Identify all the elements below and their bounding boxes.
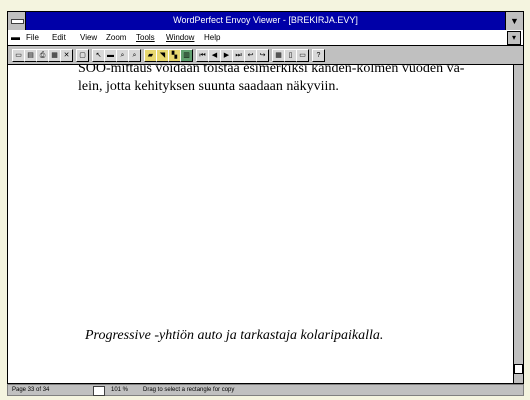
bookmark-icon: ▚ <box>171 52 178 59</box>
go-forward-icon: ↪ <box>259 52 266 59</box>
menu-edit[interactable]: Edit <box>52 30 66 45</box>
status-hint: Drag to select a rectangle for copy <box>143 387 235 393</box>
close-doc-icon: ✕ <box>63 52 70 59</box>
print-icon: ⎙ <box>39 52 46 59</box>
first-page-icon: ⏮ <box>199 52 206 59</box>
menu-view[interactable]: View <box>80 30 97 45</box>
go-back-icon: ↩ <box>247 52 254 59</box>
copy-button[interactable]: ▢ <box>76 49 89 62</box>
window-title: WordPerfect Envoy Viewer - [BREKIRJA.EVY… <box>173 15 358 25</box>
vertical-scrollbar[interactable] <box>513 65 523 383</box>
help-icon: ? <box>316 52 321 59</box>
document-restore-button[interactable]: ▾ <box>507 31 521 45</box>
menu-window[interactable]: Window <box>166 30 194 45</box>
fit-width-button[interactable]: ▭ <box>296 49 309 62</box>
vertical-scroll-thumb[interactable] <box>514 364 523 374</box>
menu-tools[interactable]: Tools <box>136 30 155 45</box>
fit-page-icon: ▯ <box>288 52 293 59</box>
highlight-icon: ▰ <box>147 52 154 59</box>
image-caption: Progressive -yhtiön auto ja tarkastaja k… <box>85 328 384 343</box>
fit-width-icon: ▭ <box>299 52 306 59</box>
menu-zoom[interactable]: Zoom <box>106 30 126 45</box>
document-view[interactable]: SOO-mittaus voidaan toistaa esimerkiksi … <box>8 65 513 383</box>
select-arrow-icon: ↖ <box>95 52 102 59</box>
system-menu-button[interactable] <box>8 12 26 30</box>
status-bar: Page 33 of 34 101 % Drag to select a rec… <box>7 384 524 396</box>
thumbnails-icon: ▦ <box>275 52 282 59</box>
hypertext-button[interactable]: ▥ <box>180 49 193 62</box>
menu-help[interactable]: Help <box>204 30 220 45</box>
help-button[interactable]: ? <box>312 49 325 62</box>
open-icon: ▭ <box>15 52 22 59</box>
document-text-line-1: SOO-mittaus voidaan toistaa esimerkiksi … <box>78 65 465 76</box>
previous-page-icon: ◀ <box>211 52 218 59</box>
zoom-in-icon: ⌕ <box>120 52 125 59</box>
page-indicator: Page 33 of 34 <box>12 387 50 393</box>
next-page-icon: ▶ <box>223 52 230 59</box>
document-system-menu-icon[interactable]: ▬ <box>11 30 21 45</box>
toolbar: ▭ ▤ ⎙ ▦ ✕ ▢ ↖ ▬ ⌕ ⌕ ▰ ◥ ▚ ▥ ⏮ ◀ ▶ ⏭ ↩ ↪ ▦ ▯ ▭? <box>8 46 523 65</box>
last-page-icon: ⏭ <box>235 52 242 59</box>
envoy-viewer-window: WordPerfect Envoy Viewer - [BREKIRJA.EVY… <box>7 11 524 394</box>
copy-icon: ▢ <box>79 52 86 59</box>
restore-icon: ▾ <box>511 33 516 42</box>
menu-file[interactable]: File <box>26 30 39 45</box>
page-icon[interactable] <box>93 386 105 396</box>
menu-bar: ▬ File Edit View Zoom Tools Window Help … <box>8 30 523 46</box>
select-text-icon: ▬ <box>107 52 114 59</box>
system-menu-icon <box>11 19 24 24</box>
zoom-level[interactable]: 101 % <box>111 385 128 396</box>
chevron-down-icon: ▼ <box>510 16 519 26</box>
hypertext-icon: ▥ <box>183 52 190 59</box>
zoom-out-icon: ⌕ <box>132 52 137 59</box>
close-doc-button[interactable]: ✕ <box>60 49 73 62</box>
find-icon: ▦ <box>51 52 58 59</box>
title-bar[interactable]: WordPerfect Envoy Viewer - [BREKIRJA.EVY… <box>8 12 523 30</box>
note-icon: ◥ <box>159 52 166 59</box>
save-icon: ▤ <box>27 52 34 59</box>
go-forward-button[interactable]: ↪ <box>256 49 269 62</box>
zoom-out-button[interactable]: ⌕ <box>128 49 141 62</box>
maximize-button[interactable]: ▼ <box>505 12 523 30</box>
document-text-line-2: lein, jotta kehityksen suunta saadaan nä… <box>78 79 339 94</box>
